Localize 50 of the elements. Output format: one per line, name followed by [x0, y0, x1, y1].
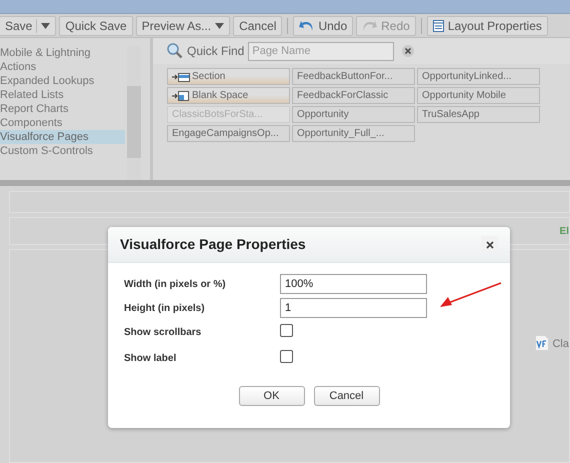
text-field[interactable]: 100%: [280, 274, 427, 294]
dialog-button[interactable]: Cancel: [314, 386, 380, 406]
undo-arrow-icon: [299, 20, 314, 32]
palette-item[interactable]: OpportunityLinked...: [417, 68, 540, 85]
palette-item[interactable]: FeedbackButtonFor...: [292, 68, 415, 85]
vf-page-icon: [535, 336, 550, 350]
palette-item[interactable]: Section: [167, 68, 290, 85]
field-label: Width (in pixels or %): [124, 278, 227, 292]
section-label: El: [560, 224, 569, 238]
component-label: Cla: [552, 337, 569, 352]
category-item[interactable]: Components: [0, 116, 125, 130]
quick-find-field[interactable]: Page Name: [248, 42, 394, 60]
field-label: Height (in pixels): [124, 302, 206, 316]
palette-item[interactable]: Opportunity Mobile: [417, 87, 540, 104]
toolbar-button[interactable]: Layout Properties: [426, 16, 548, 36]
palette-item[interactable]: Blank Space: [167, 87, 290, 104]
save-button[interactable]: Save: [0, 16, 56, 36]
text-field[interactable]: 1: [280, 298, 427, 318]
checkbox[interactable]: [280, 350, 293, 363]
category-item[interactable]: Expanded Lookups: [0, 74, 125, 88]
checkbox[interactable]: [280, 324, 293, 337]
palette-item[interactable]: EngageCampaignsOp...: [167, 125, 290, 142]
palette-item[interactable]: TruSalesApp: [417, 106, 540, 123]
annotation-arrow: [438, 282, 502, 310]
add-section-icon: [172, 72, 190, 82]
dialog-button[interactable]: OK: [238, 386, 304, 406]
category-item[interactable]: Visualforce Pages: [0, 130, 125, 144]
caret-icon: [41, 22, 50, 28]
palette-item[interactable]: Opportunity_Full_...: [292, 125, 415, 142]
toolbar-button[interactable]: Undo: [293, 16, 354, 36]
close-icon: [486, 240, 494, 248]
palette-item[interactable]: Opportunity: [292, 106, 415, 123]
toolbar-button[interactable]: Preview As...: [136, 16, 230, 36]
quick-find-label: Quick Find: [187, 43, 244, 60]
category-item[interactable]: Mobile & Lightning Actions: [0, 46, 125, 74]
redo-arrow-icon: [362, 20, 378, 32]
category-item[interactable]: Report Charts: [0, 102, 125, 116]
field-label: Show scrollbars: [124, 326, 202, 340]
toolbar-button[interactable]: Quick Save: [59, 16, 133, 36]
add-blank-icon: [172, 90, 190, 100]
search-icon: [167, 43, 183, 59]
field-label: Show label: [124, 352, 178, 366]
table-icon: [432, 20, 444, 32]
category-item[interactable]: Custom S-Controls: [0, 144, 125, 158]
toolbar-button[interactable]: Cancel: [233, 16, 282, 36]
dialog-title: Visualforce Page Properties: [120, 235, 306, 254]
caret-icon: [215, 22, 224, 28]
category-item[interactable]: Related Lists: [0, 88, 125, 102]
clear-icon[interactable]: [402, 45, 414, 57]
palette-item[interactable]: FeedbackForClassic: [292, 87, 415, 104]
